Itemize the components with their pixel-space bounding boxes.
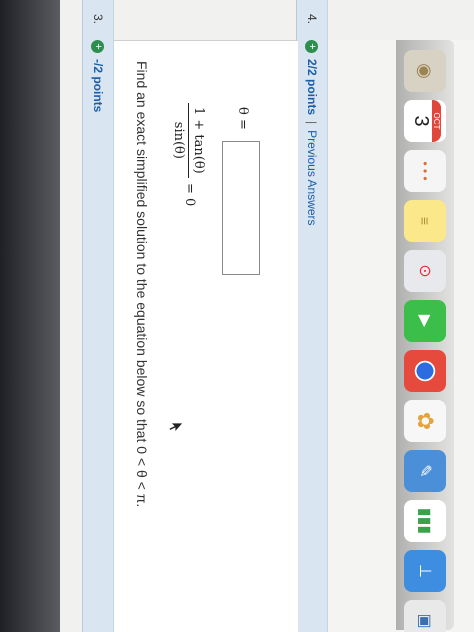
contacts-app-icon[interactable]: ◉ [404,50,446,92]
chrome-app-icon[interactable] [404,350,446,392]
mouse-cursor-icon [168,422,184,434]
reminders-app-icon[interactable]: • • • [404,150,446,192]
calendar-app-icon[interactable]: OCT 3 [404,100,446,142]
notes-app-icon[interactable]: ≡ [404,200,446,242]
question-3-number: 3. [91,14,105,25]
podium-icon: ⊥ [416,564,433,578]
pages-app-icon[interactable]: ✎ [404,450,446,492]
photos-app-icon[interactable]: ✿ [404,400,446,442]
question-4-number: 4. [305,14,319,25]
fraction-denominator: sin(θ) [171,121,186,159]
screen: ◉ OCT 3 • • • ≡ ⊙ ▶ ✿ ✎ ▮▮▮ ⊥ ▣ 4. + 2/2… [0,0,474,632]
keynote-app-icon[interactable]: ⊥ [404,550,446,592]
fraction-numerator: 1 + tan(θ) [188,103,206,178]
separator: | [305,121,319,125]
maps-app-icon[interactable]: ⊙ [404,250,446,292]
question-3-header: 3. + -/2 points [82,0,114,632]
question-3-body: Find an exact simplified solution to the… [114,40,298,632]
equals-zero: = 0 [182,183,197,207]
equation-fraction: 1 + tan(θ) sin(θ) [171,103,206,178]
question-4-points: 2/2 points [305,59,319,116]
monitor-bezel [0,0,60,632]
camera-icon: ▶ [416,314,433,328]
dock: ◉ OCT 3 • • • ≡ ⊙ ▶ ✿ ✎ ▮▮▮ ⊥ ▣ [396,40,454,632]
map-pin-icon: ⊙ [416,264,433,278]
question-3-points: -/2 points [91,59,105,113]
bar-chart-icon: ▮▮▮ [416,507,433,535]
plus-icon[interactable]: + [91,40,105,53]
book-icon: ◉ [415,63,436,79]
calendar-day: 3 [410,115,432,127]
answer-input[interactable] [222,141,260,275]
theta-label: θ = [235,107,250,130]
facetime-app-icon[interactable]: ▶ [404,300,446,342]
document-icon: ✎ [416,464,433,478]
plus-icon[interactable]: + [305,40,319,53]
notes-icon: ≡ [417,216,433,226]
reminders-icon: • • • [418,161,432,181]
question-prompt: Find an exact simplified solution to the… [134,61,150,508]
numbers-app-icon[interactable]: ▮▮▮ [404,500,446,542]
question-4-header: 4. + 2/2 points | Previous Answers [296,0,328,632]
flower-icon: ✿ [413,411,438,431]
previous-answers-link[interactable]: Previous Answers [305,130,319,225]
preview-app-icon[interactable]: ▣ [404,600,446,632]
calendar-month: OCT [432,100,441,142]
picture-icon: ▣ [416,613,433,629]
